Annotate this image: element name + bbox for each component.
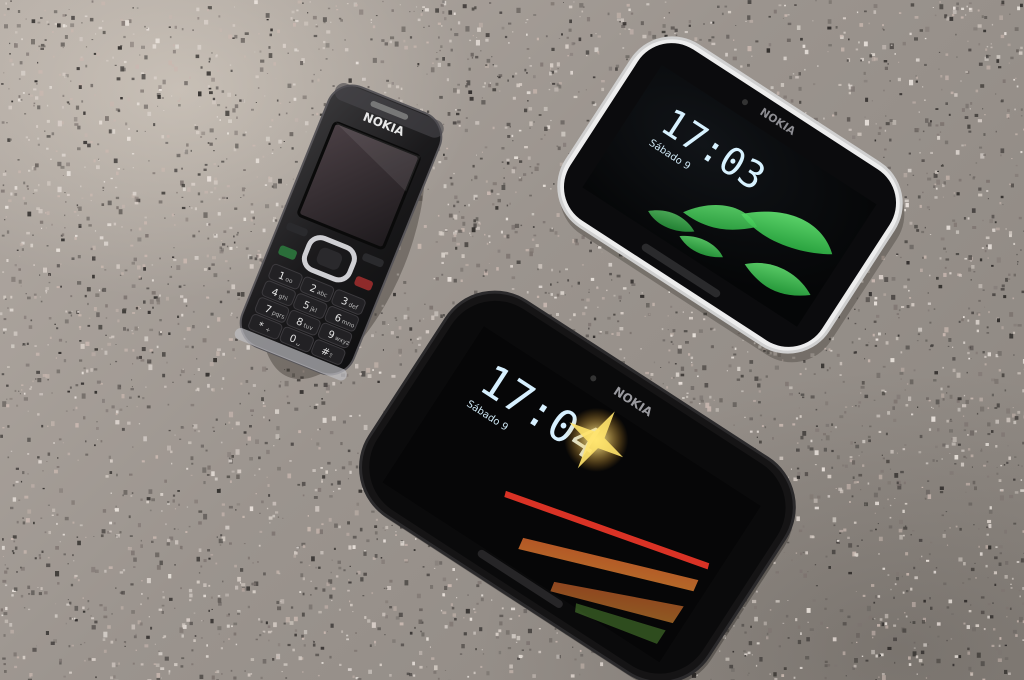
photo-scene: NOKIA 1 oo 2 abc 3 def 4 ghi 5 jkl 6 mno 7 pqrs 8 tuv 9 w… xyxy=(0,0,1024,680)
black-smartphone: NOKIA 17:04 Sábado 9 xyxy=(359,290,796,680)
